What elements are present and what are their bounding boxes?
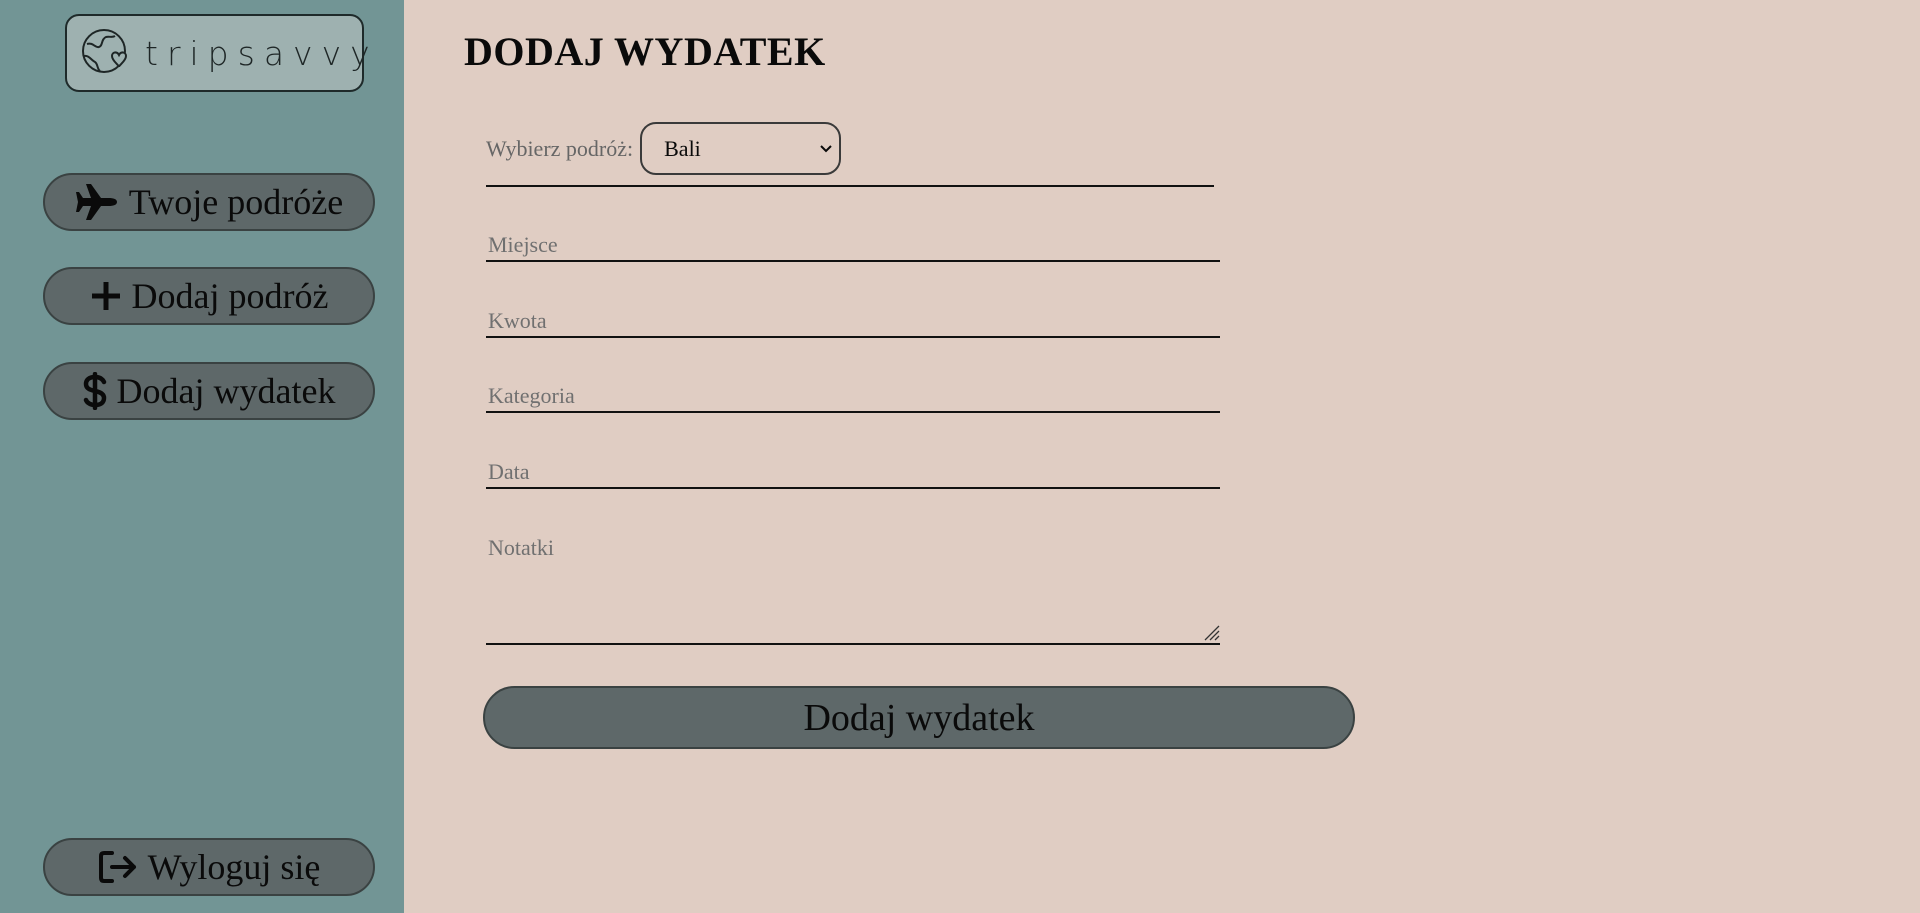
submit-label: Dodaj wydatek: [803, 696, 1035, 739]
sidebar-item-add-expense[interactable]: Dodaj wydatek: [43, 362, 375, 420]
sidebar-item-your-trips[interactable]: Twoje podróże: [43, 173, 375, 231]
dollar-icon: [83, 372, 106, 410]
sidebar: tripsavvy Twoje podróże Dodaj podróż Dod…: [0, 0, 404, 913]
place-placeholder: Miejsce: [488, 232, 558, 257]
trip-select-label: Wybierz podróż:: [486, 136, 634, 161]
category-input[interactable]: Kategoria: [486, 383, 1220, 413]
resize-handle-icon[interactable]: [1202, 623, 1220, 641]
brand-logo[interactable]: tripsavvy: [65, 14, 370, 92]
sidebar-item-label: Twoje podróże: [128, 182, 344, 222]
chevron-down-icon: [820, 144, 832, 152]
sidebar-item-label: Dodaj wydatek: [116, 371, 336, 411]
place-input[interactable]: Miejsce: [486, 232, 1220, 262]
brand-name: tripsavvy: [145, 33, 379, 73]
date-input[interactable]: Data: [486, 459, 1220, 489]
plus-icon: [91, 282, 120, 310]
category-placeholder: Kategoria: [488, 383, 575, 408]
logout-label: Wyloguj się: [147, 847, 321, 887]
amount-input[interactable]: Kwota: [486, 308, 1220, 338]
logout-button[interactable]: Wyloguj się: [43, 838, 375, 896]
amount-placeholder: Kwota: [488, 308, 547, 333]
sidebar-item-label: Dodaj podróż: [131, 276, 329, 316]
sidebar-item-add-trip[interactable]: Dodaj podróż: [43, 267, 375, 325]
logout-icon: [98, 851, 136, 883]
trip-select-value: Bali: [664, 135, 701, 161]
main-content: DODAJ WYDATEK Wybierz podróż: Bali Miejs…: [404, 0, 1920, 913]
page-title: DODAJ WYDATEK: [464, 29, 826, 74]
trip-selector-row: Wybierz podróż: Bali: [486, 122, 1214, 187]
plane-icon: [75, 184, 117, 220]
trip-select[interactable]: Bali: [640, 122, 842, 175]
date-placeholder: Data: [488, 459, 530, 484]
add-expense-submit-button[interactable]: Dodaj wydatek: [483, 686, 1355, 749]
notes-placeholder: Notatki: [488, 535, 554, 560]
notes-textarea[interactable]: Notatki: [486, 535, 1220, 645]
globe-heart-icon: [82, 29, 128, 73]
